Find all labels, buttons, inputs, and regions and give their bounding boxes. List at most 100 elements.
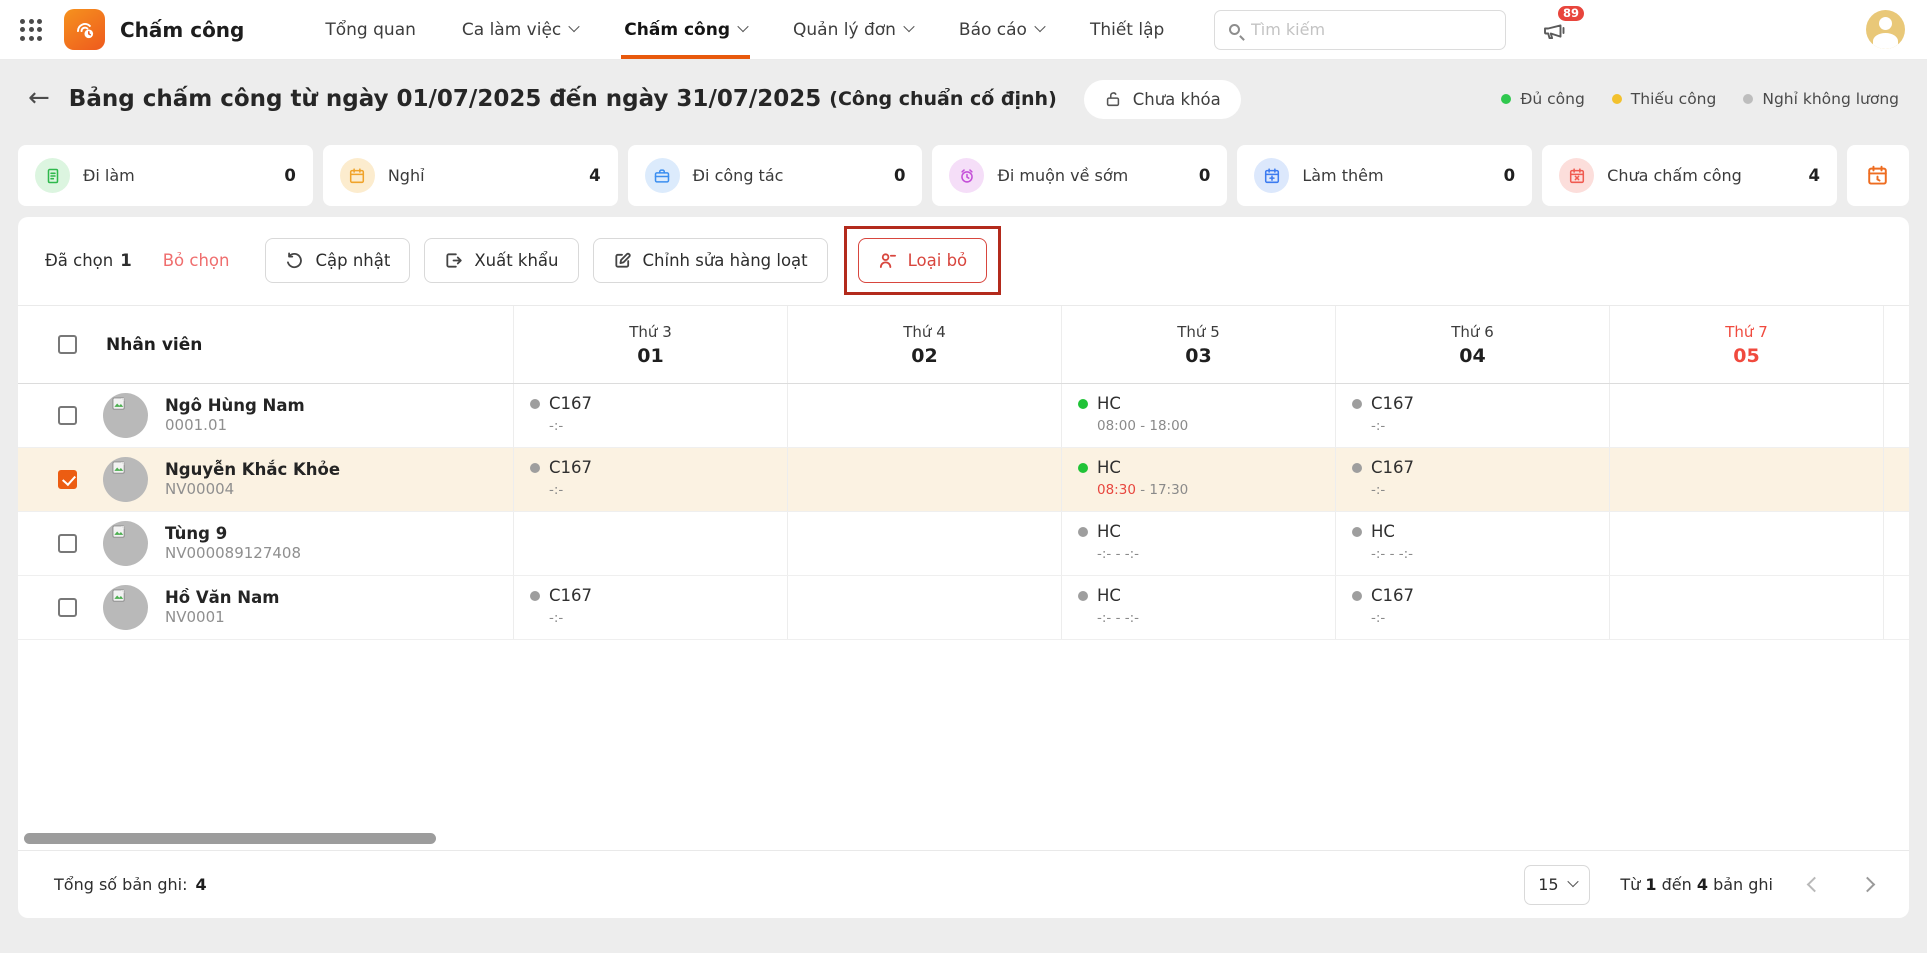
- employee-name: Nguyễn Khắc Khỏe: [165, 460, 341, 480]
- nav-item-5[interactable]: Báo cáo: [936, 0, 1067, 59]
- shift-info: HC: [1078, 586, 1335, 605]
- shift-cell[interactable]: [513, 512, 787, 575]
- nav-item-1[interactable]: Tổng quan: [302, 0, 439, 59]
- shift-cell[interactable]: HC 08:00 - 18:00: [1061, 384, 1335, 447]
- calendar-view-button[interactable]: [1846, 145, 1909, 206]
- employee-avatar: [103, 585, 148, 630]
- weekday-label: Thứ 6: [1451, 322, 1494, 341]
- page-header: ← Bảng chấm công từ ngày 01/07/2025 đến …: [0, 60, 1927, 138]
- shift-cell[interactable]: [1609, 384, 1883, 447]
- leave-calendar-icon: [339, 158, 375, 193]
- shift-cell[interactable]: HC -:- - -:-: [1335, 512, 1609, 575]
- shift-cell[interactable]: [787, 384, 1061, 447]
- shift-info: HC: [1078, 458, 1335, 477]
- employee-code: 0001.01: [165, 416, 228, 435]
- notification-megaphone-icon[interactable]: 89: [1538, 5, 1584, 47]
- search-input[interactable]: [1251, 20, 1491, 39]
- row-checkbox[interactable]: [58, 534, 77, 553]
- app-logo-icon[interactable]: [64, 9, 105, 50]
- shift-cell[interactable]: [1609, 448, 1883, 511]
- shift-time: -:-: [549, 482, 787, 498]
- day-number-label: 02: [911, 344, 938, 367]
- shift-cell[interactable]: C167 -:-: [1335, 384, 1609, 447]
- status-card-3[interactable]: Đi công tác 0: [627, 145, 923, 206]
- shift-status-dot: [1352, 590, 1362, 601]
- row-checkbox[interactable]: [58, 598, 77, 617]
- shift-cell[interactable]: [1609, 512, 1883, 575]
- lock-status-pill[interactable]: Chưa khóa: [1083, 79, 1241, 119]
- shift-code: C167: [549, 458, 593, 477]
- status-card-count: 0: [1503, 166, 1516, 185]
- export-button[interactable]: Xuất khẩu: [424, 237, 579, 283]
- row-checkbox[interactable]: [58, 470, 77, 489]
- shift-cell[interactable]: C167 -:-: [1335, 448, 1609, 511]
- deselect-button[interactable]: Bỏ chọn: [163, 251, 230, 270]
- row-stub: [1883, 512, 1909, 575]
- refresh-icon: [287, 251, 303, 268]
- app-title: Chấm công: [120, 17, 245, 42]
- shift-cell[interactable]: C167 -:-: [513, 576, 787, 639]
- weekday-label: Thứ 4: [903, 322, 946, 341]
- previous-page-icon[interactable]: [1806, 876, 1823, 893]
- shift-cell[interactable]: HC -:- - -:-: [1061, 512, 1335, 575]
- apps-grid-icon[interactable]: [20, 18, 42, 41]
- shift-cell[interactable]: HC -:- - -:-: [1061, 576, 1335, 639]
- horizontal-scrollbar[interactable]: [24, 833, 436, 844]
- shift-time-part: -:-: [549, 418, 564, 434]
- nav-item-3[interactable]: Chấm công: [601, 0, 770, 59]
- nav-item-2[interactable]: Ca làm việc: [439, 0, 601, 59]
- status-card-4[interactable]: Đi muộn về sớm 0: [932, 145, 1228, 206]
- total-records-label: Tổng số bản ghi:: [54, 875, 188, 894]
- shift-cell[interactable]: [1609, 576, 1883, 639]
- shift-cell[interactable]: [787, 512, 1061, 575]
- nav-item-label: Thiết lập: [1089, 19, 1165, 40]
- shift-info: C167: [1352, 458, 1609, 477]
- day-column-header-04: Thứ 6 04: [1335, 306, 1609, 383]
- shift-status-dot: [1352, 526, 1362, 537]
- shift-cell[interactable]: C167 -:-: [1335, 576, 1609, 639]
- shift-info: HC: [1078, 522, 1335, 541]
- search-box[interactable]: [1214, 9, 1506, 50]
- lock-status-label: Chưa khóa: [1132, 89, 1221, 109]
- shift-cell[interactable]: [787, 448, 1061, 511]
- nav-item-6[interactable]: Thiết lập: [1067, 0, 1187, 59]
- remove-button[interactable]: Loại bỏ: [857, 237, 988, 283]
- nav-item-4[interactable]: Quản lý đơn: [770, 0, 936, 59]
- update-button[interactable]: Cập nhật: [265, 237, 411, 283]
- shift-cell[interactable]: C167 -:-: [513, 384, 787, 447]
- shift-cell[interactable]: HC 08:30 - 17:30: [1061, 448, 1335, 511]
- shift-time: -:-: [549, 418, 787, 434]
- weekday-label: Thứ 5: [1177, 322, 1220, 341]
- shift-status-dot: [1078, 590, 1088, 601]
- row-checkbox[interactable]: [58, 406, 77, 425]
- employee-meta: Hồ Văn Nam NV0001: [165, 587, 279, 628]
- status-card-5[interactable]: Làm thêm 0: [1237, 145, 1533, 206]
- page-size-select[interactable]: 15: [1524, 864, 1591, 905]
- legend-dot: [1611, 94, 1622, 104]
- next-page-icon[interactable]: [1859, 876, 1876, 893]
- shift-time: -:- - -:-: [1097, 546, 1335, 562]
- shift-code: HC: [1097, 458, 1121, 477]
- status-card-6[interactable]: Chưa chấm công 4: [1542, 145, 1837, 206]
- bulk-edit-button[interactable]: Chỉnh sửa hàng loạt: [592, 237, 828, 283]
- employee-meta: Tùng 9 NV000089127408: [165, 523, 301, 564]
- user-avatar[interactable]: [1866, 10, 1905, 49]
- employee-code: NV000089127408: [165, 544, 302, 563]
- row-stub: [1883, 448, 1909, 511]
- table-row: Hồ Văn Nam NV0001 C167 -:- HC -:- - -:- C167 -:…: [18, 576, 1909, 640]
- status-card-2[interactable]: Nghỉ 4: [322, 145, 618, 206]
- shift-cell[interactable]: [787, 576, 1061, 639]
- total-records-value: 4: [195, 875, 207, 894]
- shift-cell[interactable]: C167 -:-: [513, 448, 787, 511]
- status-card-count: 0: [894, 166, 906, 185]
- back-arrow-icon[interactable]: ←: [28, 85, 50, 111]
- status-card-1[interactable]: Đi làm 0: [18, 145, 313, 206]
- notification-badge: 89: [1557, 5, 1584, 21]
- shift-status-dot: [1078, 462, 1088, 473]
- employee-name: Hồ Văn Nam: [165, 588, 280, 608]
- shift-info: HC: [1352, 522, 1609, 541]
- day-column-header-01: Thứ 3 01: [513, 306, 787, 383]
- shift-info: C167: [530, 586, 787, 605]
- select-all-checkbox[interactable]: [58, 335, 77, 354]
- day-column-header-05: Thứ 7 05: [1609, 306, 1883, 383]
